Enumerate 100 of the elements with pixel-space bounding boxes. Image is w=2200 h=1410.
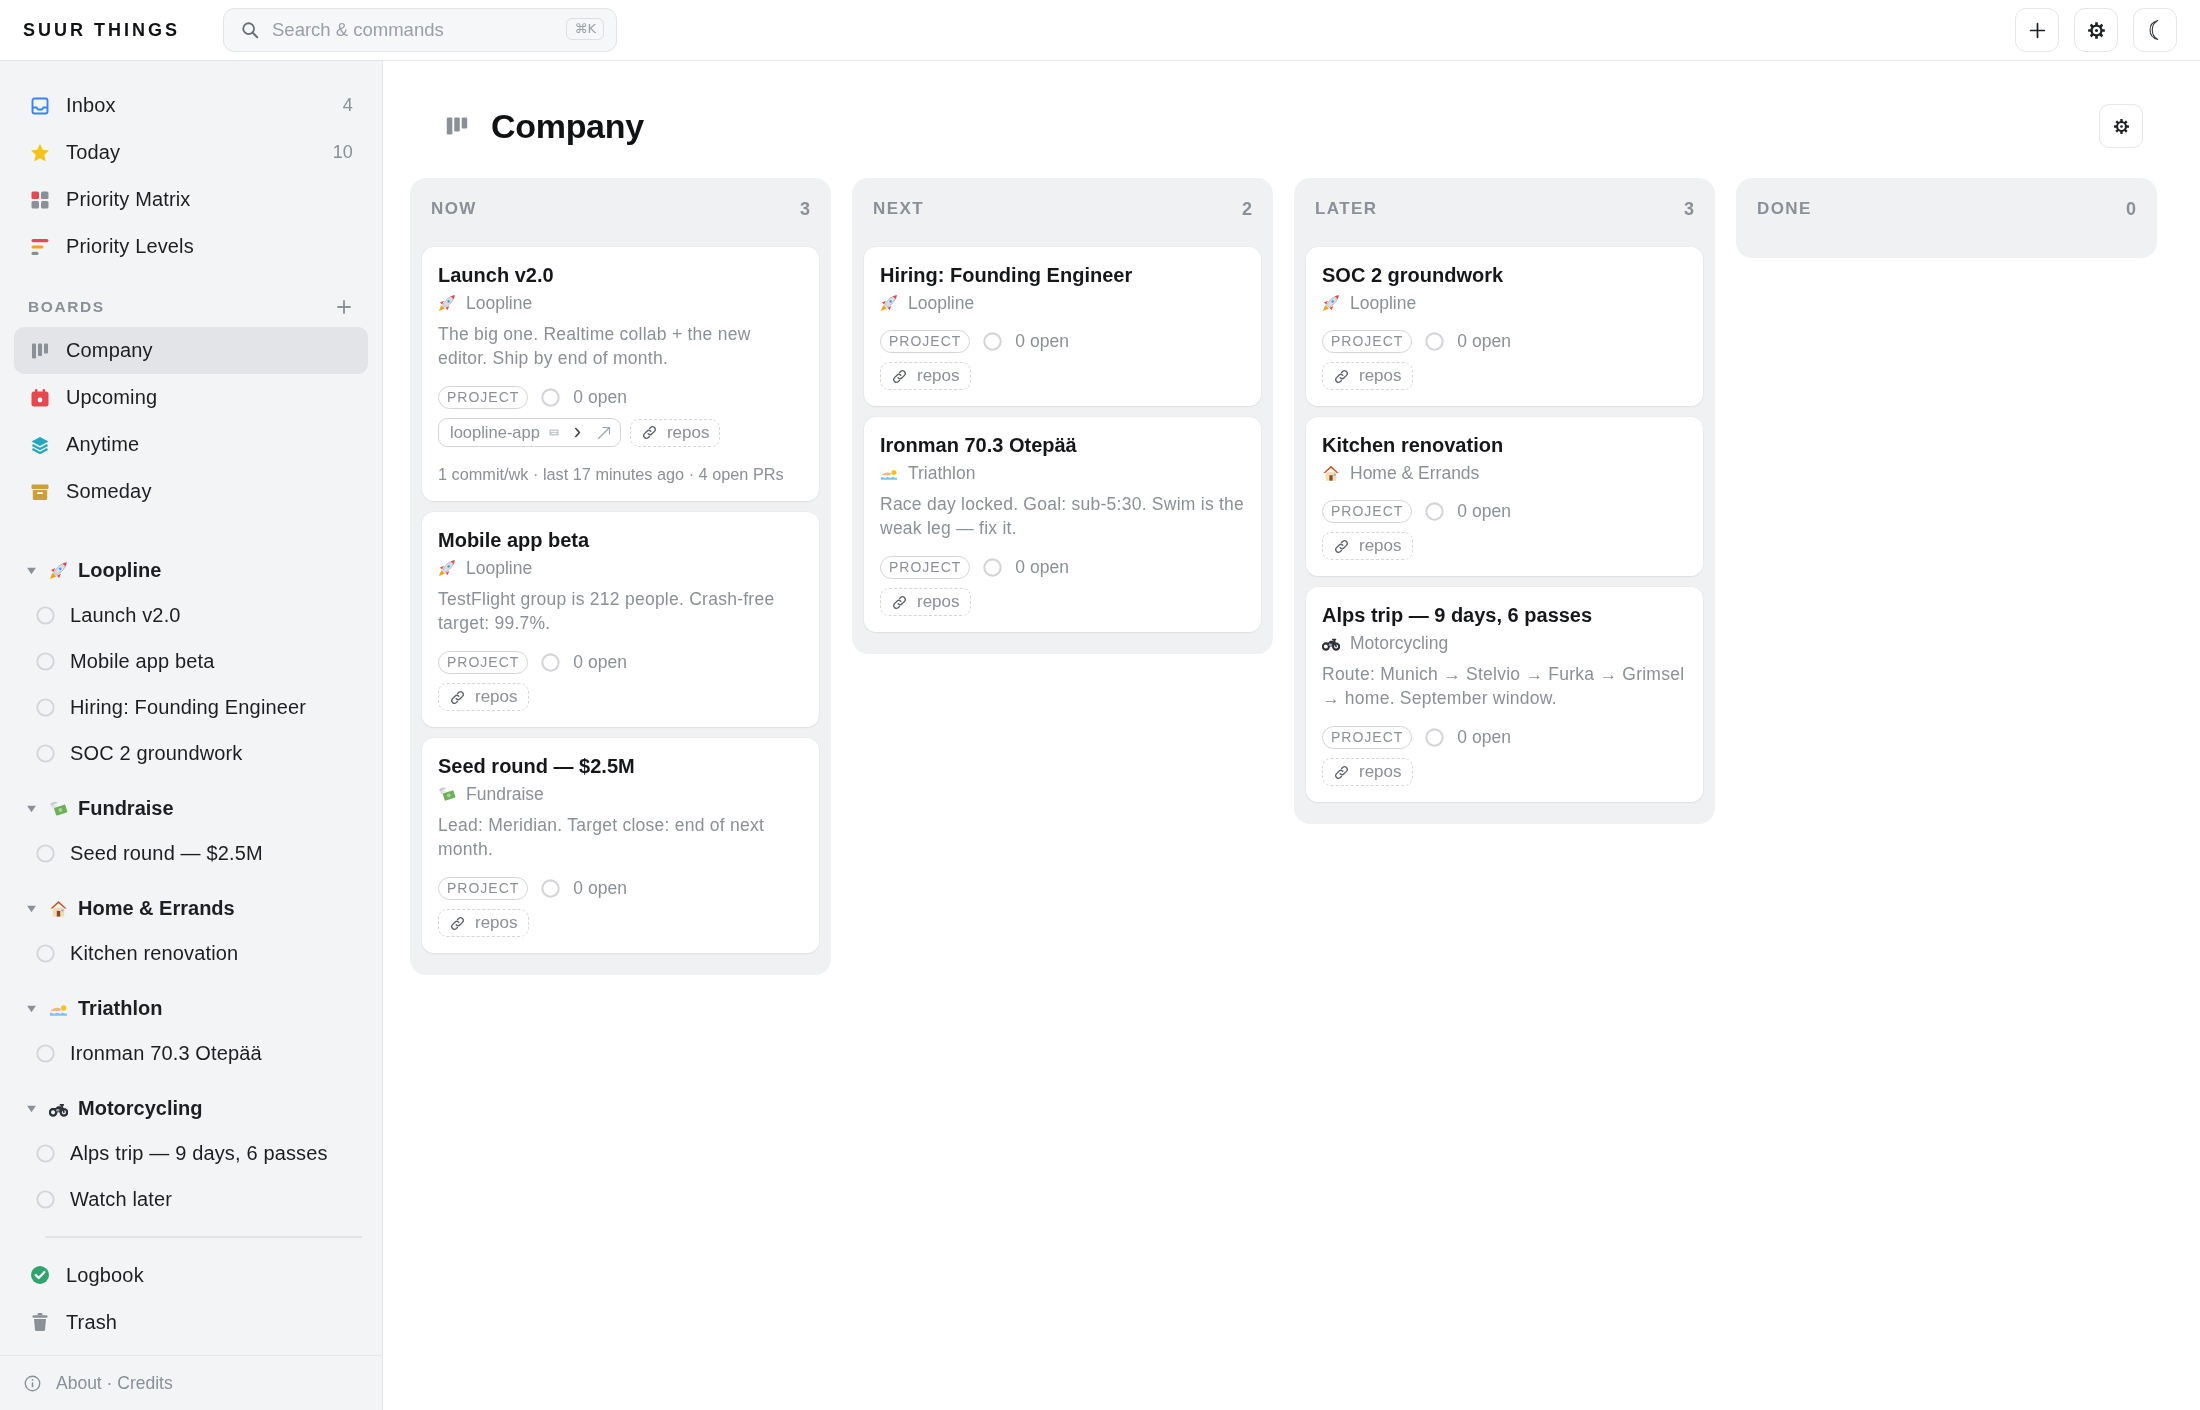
progress-ring-icon: [541, 878, 561, 898]
sidebar-item[interactable]: Inbox 4: [14, 82, 368, 129]
column-count: 3: [800, 198, 810, 220]
project-item[interactable]: SOC 2 groundwork: [14, 730, 368, 776]
plus-icon: [337, 300, 351, 314]
task-card[interactable]: Hiring: Founding Engineer Loopline PROJECT 0 open repos: [864, 247, 1261, 406]
progress-ring-icon: [1425, 727, 1445, 747]
area-header[interactable]: Triathlon: [14, 986, 368, 1030]
house-icon: [49, 898, 68, 918]
project-item[interactable]: Alps trip — 9 days, 6 passes: [14, 1130, 368, 1176]
open-count: 0 open: [1457, 726, 1511, 748]
add-board-button[interactable]: [336, 299, 352, 315]
page-title: Company: [491, 106, 644, 146]
project-item[interactable]: Hiring: Founding Engineer: [14, 684, 368, 730]
board-settings-button[interactable]: [2099, 104, 2143, 148]
theme-toggle-button[interactable]: [2133, 8, 2177, 52]
area-header[interactable]: Home & Errands: [14, 886, 368, 930]
project-item[interactable]: Seed round — $2.5M: [14, 830, 368, 876]
task-checkbox[interactable]: [36, 651, 55, 671]
card-description: TestFlight group is 212 people. Crash-free target: 99.7%.: [438, 588, 776, 635]
task-checkbox[interactable]: [36, 1143, 55, 1163]
sidebar-item[interactable]: Upcoming: [14, 374, 368, 421]
section-heading: BOARDS: [28, 298, 105, 316]
card-title: Mobile app beta: [438, 528, 591, 553]
settings-icon: [2112, 117, 2130, 135]
sidebar-item[interactable]: Today 10: [14, 129, 368, 176]
column-title: NOW: [431, 199, 477, 219]
task-checkbox[interactable]: [36, 697, 55, 717]
task-checkbox[interactable]: [36, 743, 55, 763]
task-checkbox[interactable]: [36, 943, 55, 963]
settings-icon: [2086, 20, 2106, 40]
link-icon: [641, 425, 657, 440]
inbox-icon: [30, 95, 50, 116]
column-count: 0: [2126, 198, 2136, 220]
progress-ring-icon: [983, 331, 1003, 351]
rocket-icon: [880, 294, 898, 312]
link-icon: [450, 915, 465, 931]
card-area-label: Fundraise: [466, 783, 544, 805]
task-card[interactable]: SOC 2 groundwork Loopline PROJECT 0 open repos: [1306, 247, 1703, 406]
progress-ring-icon: [541, 652, 561, 672]
add-button[interactable]: [2015, 8, 2059, 52]
task-checkbox[interactable]: [36, 1189, 55, 1209]
task-card[interactable]: Alps trip — 9 days, 6 passes Motorcycling Route: Munich → Stelvio → Furka → Grimsel → home. September window. PROJECT 0 open repos: [1306, 587, 1703, 802]
app-logo: SUUR THINGS: [23, 19, 181, 41]
column-count: 3: [1684, 198, 1694, 220]
task-card[interactable]: Kitchen renovation Home & Errands PROJECT 0 open repos: [1306, 417, 1703, 576]
column-title: DONE: [1757, 199, 1812, 219]
card-title: SOC 2 groundwork: [1322, 263, 1505, 288]
sidebar-item[interactable]: Logbook: [14, 1251, 368, 1299]
external-link-icon: [596, 425, 611, 440]
link-icon: [450, 689, 465, 705]
sidebar-item[interactable]: Priority Levels: [14, 223, 368, 270]
card-description: Race day locked. Goal: sub-5:30. Swim is the weak leg — fix it.: [880, 493, 1245, 540]
trash-icon: [30, 1312, 50, 1332]
area-header[interactable]: Fundraise: [14, 786, 368, 830]
task-card[interactable]: Ironman 70.3 Otepää Triathlon Race day locked. Goal: sub-5:30. Swim is the weak leg — fix it. PROJECT 0 open repos: [864, 417, 1261, 632]
project-item[interactable]: Mobile app beta: [14, 638, 368, 684]
project-item[interactable]: Ironman 70.3 Otepää: [14, 1030, 368, 1076]
settings-button[interactable]: [2074, 8, 2118, 52]
card-area-label: Motorcycling: [1350, 632, 1449, 654]
open-count: 0 open: [573, 877, 627, 899]
project-item[interactable]: Kitchen renovation: [14, 930, 368, 976]
item-count: 4: [342, 95, 353, 116]
card-title: Alps trip — 9 days, 6 passes: [1322, 603, 1594, 628]
sidebar-item[interactable]: Priority Matrix: [14, 176, 368, 223]
task-checkbox[interactable]: [36, 1043, 55, 1063]
area-header[interactable]: Loopline: [14, 548, 368, 592]
task-checkbox[interactable]: [36, 605, 55, 625]
link-icon: [892, 594, 907, 610]
area-header[interactable]: Motorcycling: [14, 1086, 368, 1130]
card-description: Lead: Meridian. Target close: end of next month.: [438, 814, 766, 861]
open-count: 0 open: [1015, 330, 1069, 352]
plus-icon: [2028, 21, 2046, 39]
link-icon: [1334, 538, 1349, 554]
check-circle-icon: [30, 1265, 50, 1285]
task-card[interactable]: Seed round — $2.5M Fundraise Lead: Meridian. Target close: end of next month. PROJECT 0 open repos: [422, 738, 819, 953]
card-area-label: Loopline: [908, 292, 975, 314]
card-area-label: Loopline: [466, 292, 533, 314]
sidebar-item[interactable]: Someday: [14, 468, 368, 515]
sidebar-item[interactable]: Trash: [14, 1298, 368, 1346]
project-item[interactable]: Launch v2.0: [14, 592, 368, 638]
task-card[interactable]: Mobile app beta Loopline TestFlight group is 212 people. Crash-free target: 99.7%. PROJECT 0 open repos: [422, 512, 819, 727]
column-title: LATER: [1315, 199, 1378, 219]
column-title: NEXT: [873, 199, 924, 219]
progress-ring-icon: [983, 557, 1003, 577]
sidebar-item[interactable]: Anytime: [14, 421, 368, 468]
rocket-icon: [438, 559, 456, 577]
rocket-icon: [49, 560, 68, 580]
rocket-icon: [438, 294, 456, 312]
repo-stats: 1 commit/wk · last 17 minutes ago · 4 open PRs: [438, 464, 785, 485]
sidebar-item[interactable]: Company: [14, 327, 368, 374]
star-icon: [30, 142, 50, 163]
card-description: Route: Munich → Stelvio → Furka → Grimsel → home. September window.: [1322, 663, 1686, 710]
card-title: Launch v2.0: [438, 263, 555, 288]
layers-icon: [30, 434, 50, 455]
project-item[interactable]: Watch later: [14, 1176, 368, 1222]
progress-ring-icon: [541, 387, 561, 407]
card-area-label: Loopline: [466, 557, 533, 579]
task-checkbox[interactable]: [36, 843, 55, 863]
chevron-right-icon: [573, 427, 581, 438]
